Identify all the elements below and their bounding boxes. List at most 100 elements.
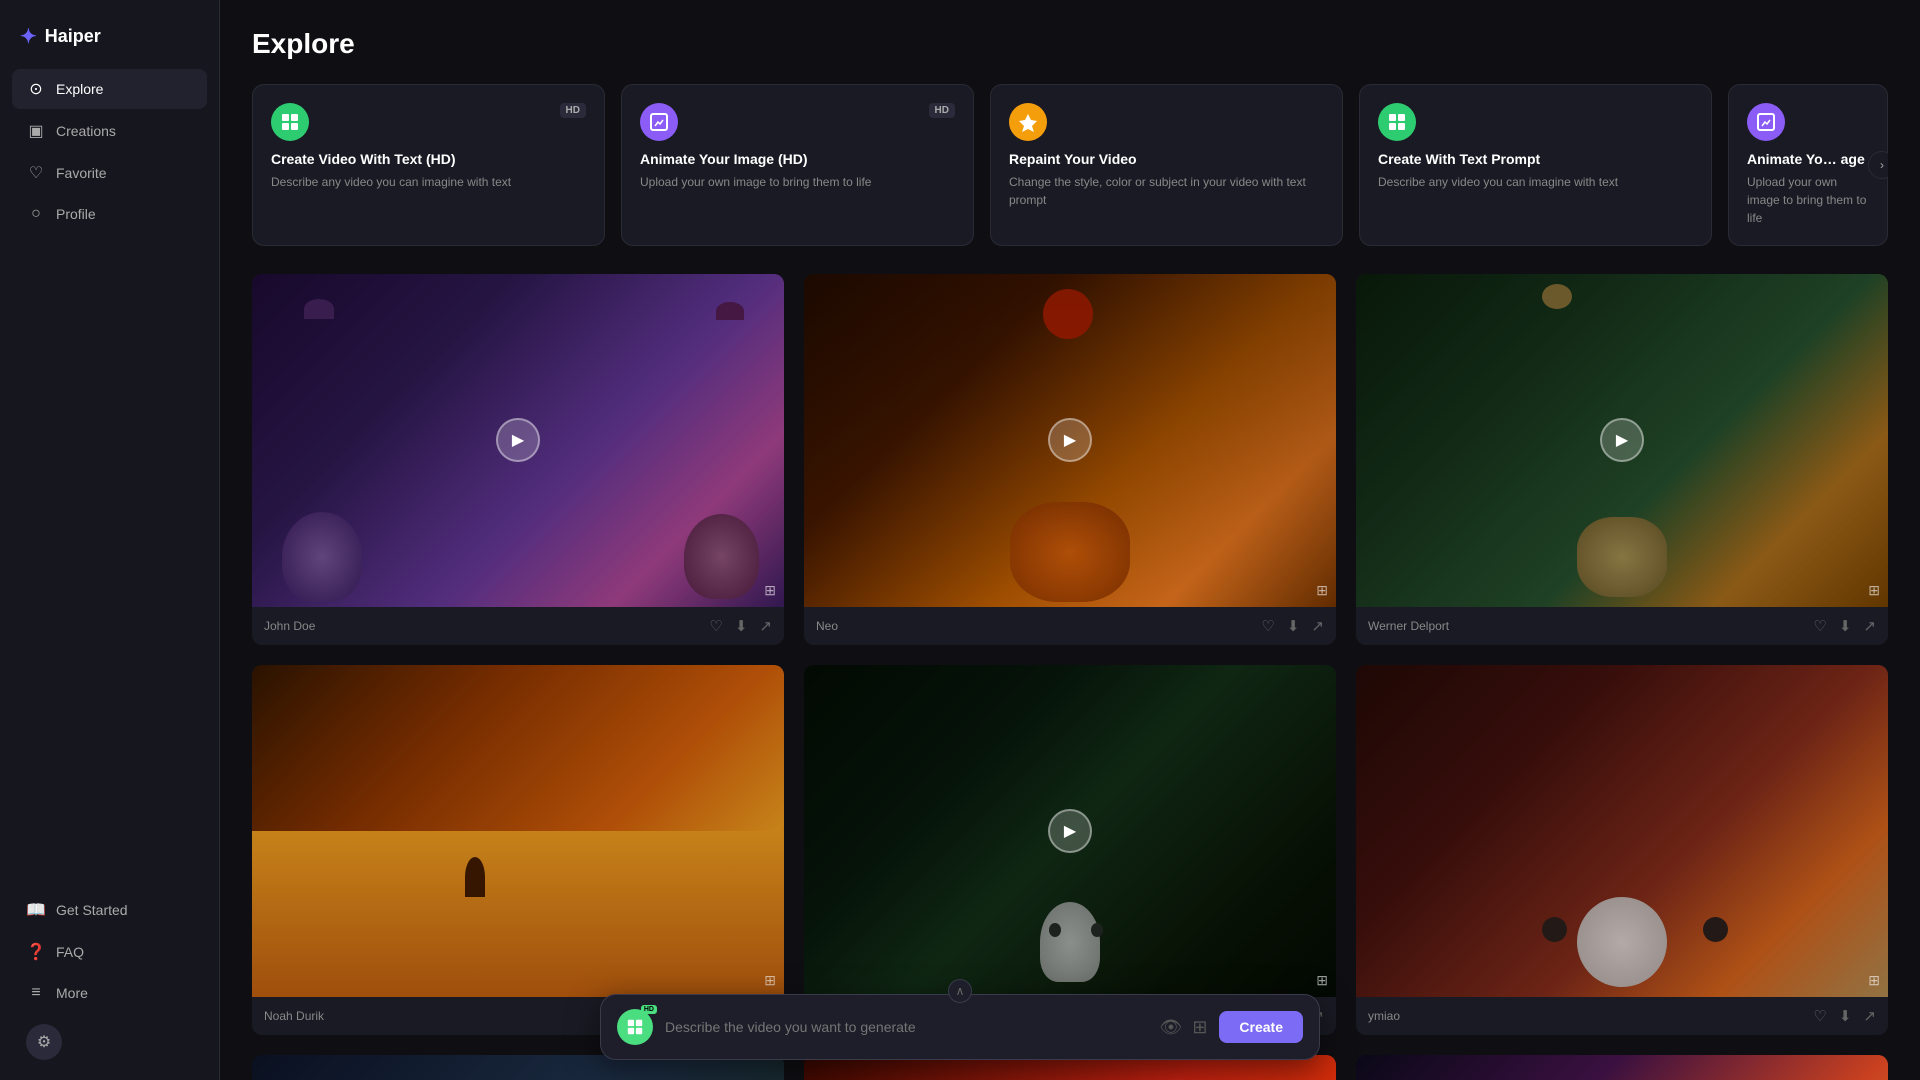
view-options-icon[interactable]: 👁	[1159, 1017, 1182, 1038]
get-started-icon: 📖	[26, 900, 46, 920]
create-button[interactable]: Create	[1219, 1011, 1303, 1043]
tool-card-3-title: Repaint Your Video	[1009, 151, 1324, 167]
video-actions-1: ♡ ⬇ ↗	[709, 617, 772, 635]
grid-icon-5: ⊞	[1316, 972, 1328, 989]
tool-card-text-prompt[interactable]: HD Create With Text Prompt Describe any …	[1359, 84, 1712, 246]
play-button-3[interactable]: ▶	[1600, 418, 1644, 462]
share-button-2[interactable]: ↗	[1311, 617, 1324, 635]
sidebar-bottom: 📖 Get Started ❓ FAQ ≡ More ⚙	[12, 890, 207, 1060]
create-bar: ∧ HD 👁 ⊞ Create	[600, 994, 1320, 1060]
create-bar-hd-badge: HD	[641, 1005, 657, 1014]
nav-more[interactable]: ≡ More	[12, 974, 207, 1012]
tool-cards-row: HD Create Video With Text (HD) Describe …	[252, 84, 1888, 246]
video-author-2: Neo	[816, 619, 838, 633]
video-thumb-1: ▶ ⊞	[252, 274, 784, 607]
favorite-icon: ♡	[26, 163, 46, 183]
nav-profile-label: Profile	[56, 206, 96, 222]
nav-get-started[interactable]: 📖 Get Started	[12, 890, 207, 930]
grid-icon-2: ⊞	[1316, 582, 1328, 599]
download-button-6[interactable]: ⬇	[1839, 1007, 1852, 1025]
sidebar: ✦ Haiper ⊙ Explore ▣ Creations ♡ Favorit…	[0, 0, 220, 1080]
tool-icon-create-video	[271, 103, 309, 141]
play-button-1[interactable]: ▶	[496, 418, 540, 462]
more-label: More	[56, 985, 88, 1001]
video-actions-2: ♡ ⬇ ↗	[1261, 617, 1324, 635]
video-author-4: Noah Durik	[264, 1009, 324, 1023]
like-button-6[interactable]: ♡	[1813, 1007, 1826, 1025]
share-button-6[interactable]: ↗	[1863, 1007, 1876, 1025]
create-bar-actions: 👁 ⊞	[1159, 1017, 1207, 1038]
tool-card-3-desc: Change the style, color or subject in yo…	[1009, 173, 1324, 209]
like-button-3[interactable]: ♡	[1813, 617, 1826, 635]
video-actions-3: ♡ ⬇ ↗	[1813, 617, 1876, 635]
tool-card-1-desc: Describe any video you can imagine with …	[271, 173, 586, 191]
video-footer-3: Werner Delport ♡ ⬇ ↗	[1356, 607, 1888, 645]
grid-icon-6: ⊞	[1868, 972, 1880, 989]
video-grid-row2: ⊞ Noah Durik ♡ ⬇ ↗ ▶ ⊞ bam	[252, 665, 1888, 1036]
create-bar-input[interactable]	[665, 1019, 1147, 1035]
play-button-5[interactable]: ▶	[1048, 809, 1092, 853]
tool-icon-animate-2	[1747, 103, 1785, 141]
video-thumb-6: ⊞	[1356, 665, 1888, 998]
tool-card-2-title: Animate Your Image (HD)	[640, 151, 955, 167]
video-card-5: ▶ ⊞ bammerson ♡ ⬇ ↗	[804, 665, 1336, 1036]
grid-icon-4: ⊞	[764, 972, 776, 989]
nav-creations[interactable]: ▣ Creations	[12, 111, 207, 151]
video-card-1: ▶ ⊞ John Doe ♡ ⬇ ↗	[252, 274, 784, 645]
tool-card-5-desc: Upload your own image to bring them to l…	[1747, 173, 1869, 227]
tool-icon-text-prompt	[1378, 103, 1416, 141]
tool-icon-animate-image	[640, 103, 678, 141]
hd-badge-2: HD	[929, 103, 955, 118]
share-button-3[interactable]: ↗	[1863, 617, 1876, 635]
video-thumb-5: ▶ ⊞	[804, 665, 1336, 998]
main-content: Explore HD Create Video With Text (HD) D…	[220, 0, 1920, 1080]
tool-card-5-title: Animate Yo… age	[1747, 151, 1869, 167]
like-button-2[interactable]: ♡	[1261, 617, 1274, 635]
grid-icon-1: ⊞	[764, 582, 776, 599]
logo[interactable]: ✦ Haiper	[12, 20, 207, 69]
nav-explore[interactable]: ⊙ Explore	[12, 69, 207, 109]
play-button-2[interactable]: ▶	[1048, 418, 1092, 462]
download-button-1[interactable]: ⬇	[735, 617, 748, 635]
tool-card-animate-2[interactable]: Animate Yo… age Upload your own image to…	[1728, 84, 1888, 246]
tool-card-animate-image[interactable]: HD Animate Your Image (HD) Upload your o…	[621, 84, 974, 246]
get-started-label: Get Started	[56, 902, 128, 918]
video-card-2: ▶ ⊞ Neo ♡ ⬇ ↗	[804, 274, 1336, 645]
settings-options-icon[interactable]: ⊞	[1192, 1017, 1207, 1038]
video-footer-6: ymiao ♡ ⬇ ↗	[1356, 997, 1888, 1035]
faq-label: FAQ	[56, 944, 84, 960]
tool-card-4-desc: Describe any video you can imagine with …	[1378, 173, 1693, 191]
like-button-1[interactable]: ♡	[709, 617, 722, 635]
video-thumb-2: ▶ ⊞	[804, 274, 1336, 607]
tool-icon-repaint	[1009, 103, 1047, 141]
video-actions-6: ♡ ⬇ ↗	[1813, 1007, 1876, 1025]
video-card-9	[1356, 1055, 1888, 1080]
tool-card-repaint[interactable]: HD Repaint Your Video Change the style, …	[990, 84, 1343, 246]
carousel-next-button[interactable]: ›	[1868, 151, 1888, 179]
video-card-3: ▶ ⊞ Werner Delport ♡ ⬇ ↗	[1356, 274, 1888, 645]
nav-favorite-label: Favorite	[56, 165, 107, 181]
nav-profile[interactable]: ○ Profile	[12, 195, 207, 233]
collapse-button[interactable]: ∧	[948, 979, 972, 1003]
video-author-1: John Doe	[264, 619, 315, 633]
nav-creations-label: Creations	[56, 123, 116, 139]
nav-faq[interactable]: ❓ FAQ	[12, 932, 207, 972]
nav-favorite[interactable]: ♡ Favorite	[12, 153, 207, 193]
share-button-1[interactable]: ↗	[759, 617, 772, 635]
faq-icon: ❓	[26, 942, 46, 962]
download-button-3[interactable]: ⬇	[1839, 617, 1852, 635]
explore-icon: ⊙	[26, 79, 46, 99]
grid-icon-3: ⊞	[1868, 582, 1880, 599]
app-name: Haiper	[45, 26, 101, 47]
video-footer-1: John Doe ♡ ⬇ ↗	[252, 607, 784, 645]
video-thumb-9	[1356, 1055, 1888, 1080]
tool-card-2-desc: Upload your own image to bring them to l…	[640, 173, 955, 191]
tool-card-create-video[interactable]: HD Create Video With Text (HD) Describe …	[252, 84, 605, 246]
settings-button[interactable]: ⚙	[26, 1024, 62, 1060]
video-thumb-3: ▶ ⊞	[1356, 274, 1888, 607]
video-card-6: ⊞ ymiao ♡ ⬇ ↗	[1356, 665, 1888, 1036]
video-grid-row1: ▶ ⊞ John Doe ♡ ⬇ ↗ ▶ ⊞ Neo	[252, 274, 1888, 645]
tool-card-4-title: Create With Text Prompt	[1378, 151, 1693, 167]
download-button-2[interactable]: ⬇	[1287, 617, 1300, 635]
video-footer-2: Neo ♡ ⬇ ↗	[804, 607, 1336, 645]
